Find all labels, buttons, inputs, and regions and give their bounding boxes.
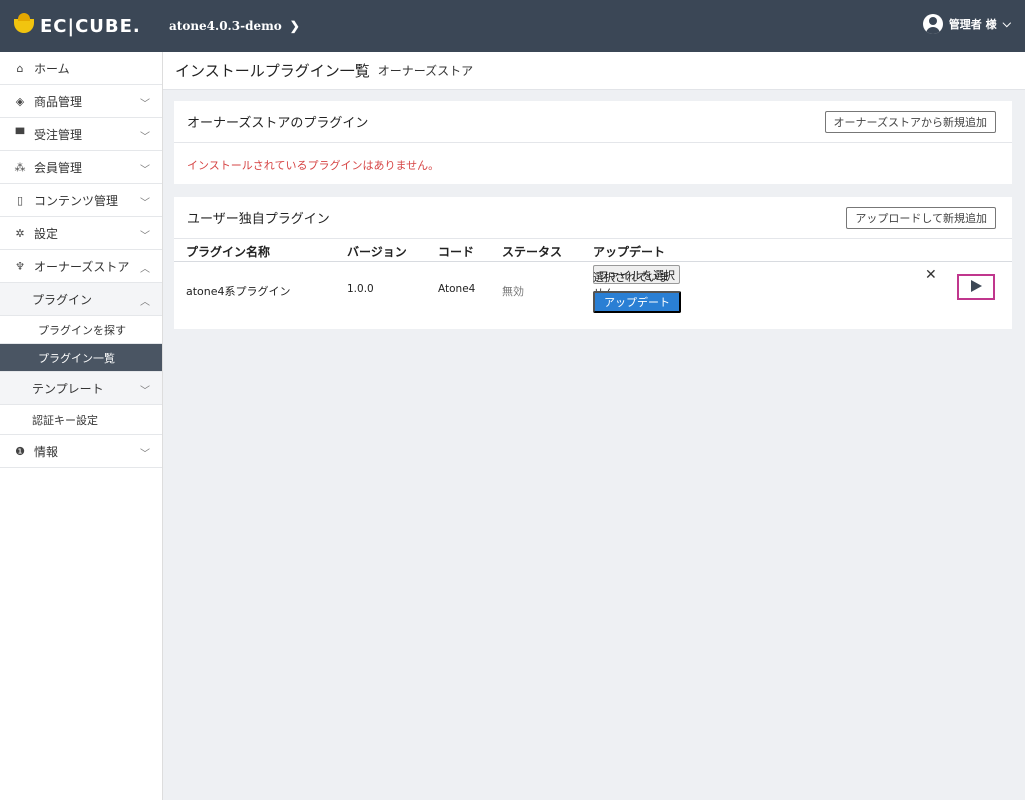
update-button[interactable]: アップデート <box>593 291 681 313</box>
sidebar-item-label: 商品管理 <box>34 94 83 109</box>
sidebar-item-customers[interactable]: ⁂ 会員管理 ﹀ <box>0 151 162 184</box>
sidebar-item-plugin[interactable]: プラグイン ︿ <box>0 283 162 316</box>
sidebar-item-template[interactable]: テンプレート ﹀ <box>0 372 162 405</box>
sidebar-item-settings[interactable]: ✲ 設定 ﹀ <box>0 217 162 250</box>
column-header-update: アップデート <box>593 245 666 259</box>
logo-text: EC|CUBE. <box>40 15 141 37</box>
shop-name: atone4.0.3-demo <box>169 19 282 33</box>
home-icon: ⌂ <box>16 61 24 75</box>
column-header-code: コード <box>438 245 475 259</box>
plugin-version: 1.0.0 <box>347 283 374 295</box>
cube-logo-icon <box>14 13 34 33</box>
card-title: オーナーズストアのプラグイン <box>187 116 369 131</box>
sidebar-item-info[interactable]: ❶ 情報 ﹀ <box>0 435 162 468</box>
user-plugins-card: ユーザー独自プラグイン アップロードして新規追加 プラグイン名称 バージョン コ… <box>174 197 1012 329</box>
top-header: EC|CUBE. atone4.0.3-demo ❯ 管理者 様 ⌵ <box>0 0 1025 52</box>
main-content: インストールプラグイン一覧 オーナーズストア オーナーズストアのプラグイン オー… <box>163 52 1025 800</box>
add-from-owners-store-button[interactable]: オーナーズストアから新規追加 <box>824 111 996 133</box>
empty-message: インストールされているプラグインはありません。 <box>187 159 440 172</box>
sidebar-item-contents[interactable]: ▯ コンテンツ管理 ﹀ <box>0 184 162 217</box>
file-input: ファイルを選択 選択されていません <box>593 265 680 300</box>
sidebar-item-label: プラグイン <box>32 292 93 307</box>
sidebar-item-products[interactable]: ◈ 商品管理 ﹀ <box>0 85 162 118</box>
sidebar-item-label: プラグイン一覧 <box>38 351 115 365</box>
sidebar-item-label: 設定 <box>34 226 59 241</box>
chevron-up-icon: ︿ <box>140 264 150 275</box>
chevron-down-icon: ﹀ <box>140 231 150 242</box>
chevron-up-icon: ︿ <box>140 297 150 308</box>
column-header-version: バージョン <box>347 245 407 259</box>
sidebar-item-home[interactable]: ⌂ ホーム <box>0 52 162 85</box>
box-icon: ◈ <box>15 94 25 108</box>
user-name: 管理者 様 <box>948 18 997 31</box>
user-menu[interactable]: 管理者 様 ⌵ <box>922 14 1011 34</box>
column-header-status: ステータス <box>502 245 563 259</box>
page-title: インストールプラグイン一覧 <box>175 62 370 80</box>
sidebar-item-label: 情報 <box>34 444 59 459</box>
sidebar-item-label: コンテンツ管理 <box>34 193 119 208</box>
sidebar-item-owners-store[interactable]: ♆ オーナーズストア ︿ <box>0 250 162 283</box>
cart-icon: ▀ <box>15 127 25 141</box>
sidebar-item-auth-key[interactable]: 認証キー設定 <box>0 405 162 435</box>
plugin-status: 無効 <box>502 285 524 298</box>
ec-cube-logo[interactable]: EC|CUBE. <box>0 0 163 52</box>
sidebar-item-label: 会員管理 <box>34 160 83 175</box>
table-row: atone4系プラグイン 1.0.0 Atone4 無効 ファイルを選択 選択さ… <box>174 263 1012 327</box>
upload-new-plugin-button[interactable]: アップロードして新規追加 <box>846 207 996 229</box>
enable-plugin-button[interactable] <box>957 274 995 300</box>
shop-link[interactable]: atone4.0.3-demo ❯ <box>169 19 300 33</box>
chevron-down-icon: ﹀ <box>140 165 150 176</box>
sidebar-item-label: テンプレート <box>32 381 104 396</box>
document-icon: ▯ <box>16 193 24 207</box>
chevron-right-icon: ❯ <box>289 19 300 33</box>
sidebar-item-orders[interactable]: ▀ 受注管理 ﹀ <box>0 118 162 151</box>
chevron-down-icon: ﹀ <box>140 449 150 460</box>
plugin-code: Atone4 <box>438 283 476 295</box>
column-header-name: プラグイン名称 <box>186 245 271 259</box>
info-icon: ❶ <box>15 444 25 458</box>
gear-icon: ✲ <box>15 226 25 240</box>
chevron-down-icon: ﹀ <box>140 198 150 209</box>
card-header: ユーザー独自プラグイン アップロードして新規追加 <box>174 197 1012 239</box>
sidebar: ⌂ ホーム ◈ 商品管理 ﹀ ▀ 受注管理 ﹀ ⁂ 会員管理 ﹀ ▯ コンテンツ… <box>0 52 163 800</box>
sidebar-item-label: プラグインを探す <box>38 323 126 337</box>
page-subtitle: オーナーズストア <box>377 64 474 78</box>
sidebar-item-plugin-search[interactable]: プラグインを探す <box>0 316 162 344</box>
plugin-name: atone4系プラグイン <box>186 285 291 298</box>
table-header: プラグイン名称 バージョン コード ステータス アップデート <box>174 239 1012 262</box>
sidebar-item-label: ホーム <box>34 61 70 76</box>
sidebar-item-label: 受注管理 <box>34 127 83 142</box>
page-header: インストールプラグイン一覧 オーナーズストア <box>163 52 1025 90</box>
sidebar-item-label: 認証キー設定 <box>32 413 98 427</box>
plug-icon: ♆ <box>15 259 25 273</box>
user-circle-icon <box>922 14 943 34</box>
users-icon: ⁂ <box>14 160 26 174</box>
chevron-down-icon: ⌵ <box>1002 17 1011 30</box>
card-header: オーナーズストアのプラグイン オーナーズストアから新規追加 <box>174 101 1012 143</box>
sidebar-item-plugin-list[interactable]: プラグイン一覧 <box>0 344 162 372</box>
sidebar-item-label: オーナーズストア <box>34 259 130 274</box>
chevron-down-icon: ﹀ <box>140 132 150 143</box>
chevron-down-icon: ﹀ <box>140 99 150 110</box>
play-icon <box>970 280 982 292</box>
card-title: ユーザー独自プラグイン <box>187 212 330 227</box>
owners-store-plugins-card: オーナーズストアのプラグイン オーナーズストアから新規追加 インストールされてい… <box>174 101 1012 184</box>
delete-icon[interactable]: ✕ <box>925 267 937 283</box>
chevron-down-icon: ﹀ <box>140 386 150 397</box>
